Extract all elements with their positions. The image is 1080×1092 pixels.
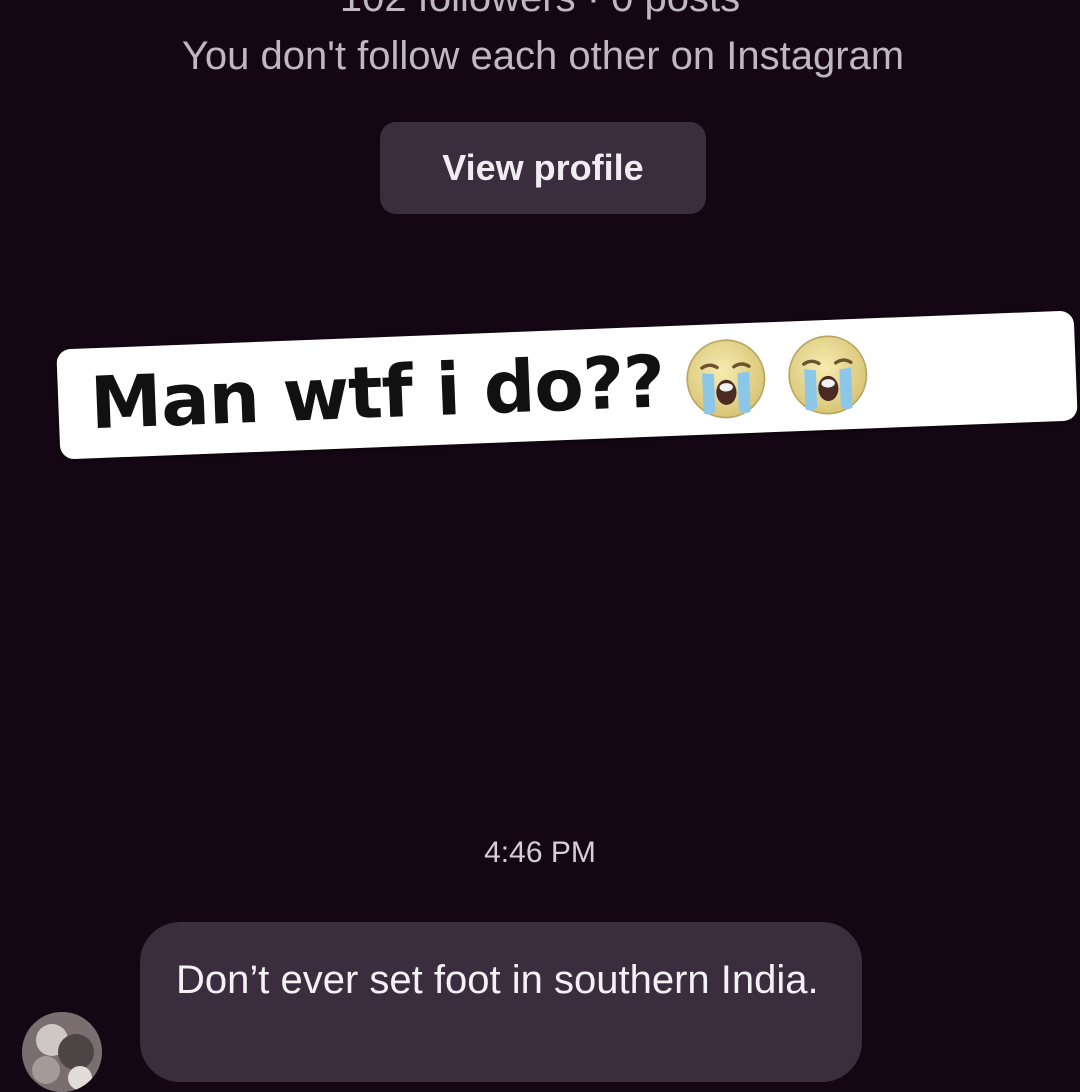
message-bubble-received: Don’t ever set foot in southern India. <box>140 922 862 1082</box>
caption-emojis <box>682 331 871 422</box>
message-timestamp: 4:46 PM <box>484 836 596 869</box>
caption-text: Man wtf i do?? <box>88 339 666 446</box>
loudly-crying-face-icon <box>686 339 766 419</box>
profile-stats: 102 followers · 0 posts <box>0 0 1080 21</box>
avatar[interactable] <box>22 1012 102 1092</box>
loudly-crying-face-icon <box>788 335 868 415</box>
follow-status-text: You don't follow each other on Instagram <box>181 34 905 78</box>
avatar-image <box>22 1012 102 1092</box>
caption-overlay: Man wtf i do?? <box>56 310 1078 460</box>
view-profile-button[interactable]: View profile <box>380 122 706 214</box>
